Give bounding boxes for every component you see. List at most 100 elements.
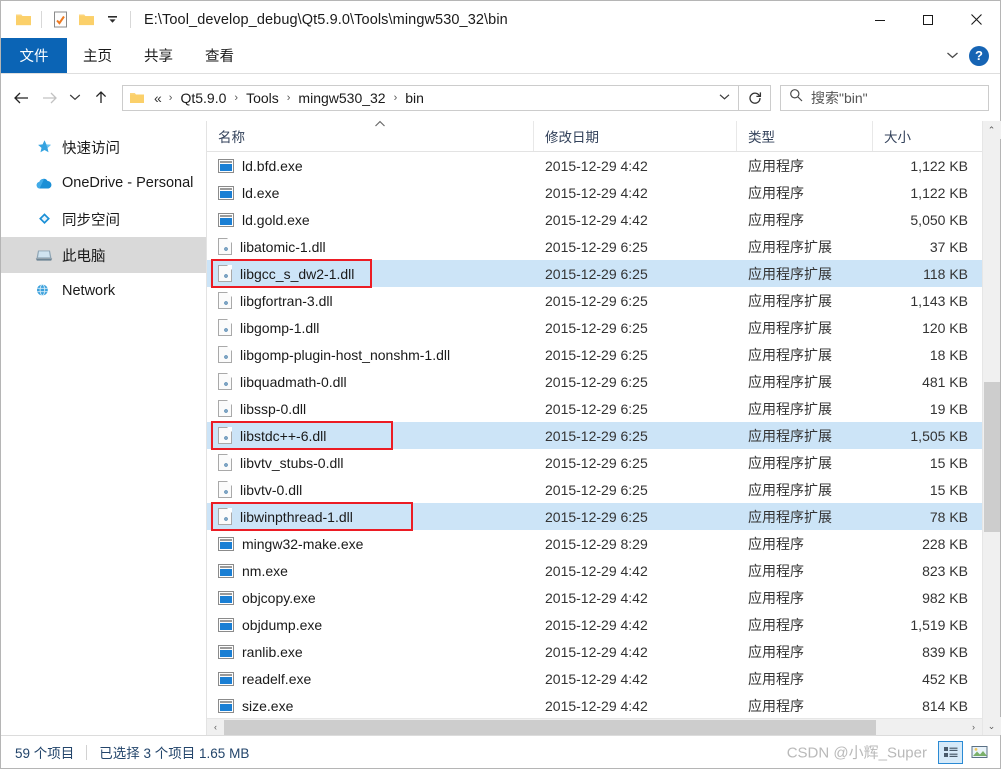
table-row[interactable]: libvtv_stubs-0.dll2015-12-29 6:25应用程序扩展1…: [207, 449, 982, 476]
search-icon: [789, 88, 803, 107]
maximize-button[interactable]: [904, 1, 952, 38]
file-date-cell: 2015-12-29 4:42: [534, 212, 737, 228]
table-row[interactable]: objcopy.exe2015-12-29 4:42应用程序982 KB: [207, 584, 982, 611]
table-row[interactable]: libstdc++-6.dll2015-12-29 6:25应用程序扩展1,50…: [207, 422, 982, 449]
sidebar-item-sync-space[interactable]: 同步空间: [1, 201, 206, 237]
table-row[interactable]: ld.bfd.exe2015-12-29 4:42应用程序1,122 KB: [207, 152, 982, 179]
table-row[interactable]: readelf.exe2015-12-29 4:42应用程序452 KB: [207, 665, 982, 692]
vscroll-thumb[interactable]: [984, 382, 1000, 532]
breadcrumb-sep-3[interactable]: ›: [389, 92, 403, 104]
column-header-date[interactable]: 修改日期: [534, 121, 737, 151]
table-row[interactable]: libgcc_s_dw2-1.dll2015-12-29 6:25应用程序扩展1…: [207, 260, 982, 287]
table-row[interactable]: ranlib.exe2015-12-29 4:42应用程序839 KB: [207, 638, 982, 665]
sidebar-item-onedrive[interactable]: OneDrive - Personal: [1, 165, 206, 201]
table-row[interactable]: nm.exe2015-12-29 4:42应用程序823 KB: [207, 557, 982, 584]
horizontal-scrollbar[interactable]: ‹ ›: [207, 718, 982, 735]
table-row[interactable]: ld.gold.exe2015-12-29 4:42应用程序5,050 KB: [207, 206, 982, 233]
breadcrumb-sep-2[interactable]: ›: [282, 92, 296, 104]
table-row[interactable]: libvtv-0.dll2015-12-29 6:25应用程序扩展15 KB: [207, 476, 982, 503]
sidebar-item-quick-access[interactable]: 快速访问: [1, 129, 206, 165]
table-row[interactable]: mingw32-make.exe2015-12-29 8:29应用程序228 K…: [207, 530, 982, 557]
properties-icon[interactable]: [47, 7, 73, 33]
vscroll-track[interactable]: [983, 139, 1001, 717]
tab-view[interactable]: 查看: [189, 38, 250, 73]
file-name-cell: objdump.exe: [207, 617, 534, 633]
file-size-cell: 15 KB: [873, 482, 982, 498]
forward-button[interactable]: [35, 83, 63, 113]
file-size-cell: 452 KB: [873, 671, 982, 687]
sidebar-item-this-pc[interactable]: 此电脑: [1, 237, 206, 273]
scroll-right-arrow-icon[interactable]: ›: [965, 719, 982, 736]
close-button[interactable]: [952, 1, 1000, 38]
file-date-cell: 2015-12-29 4:42: [534, 671, 737, 687]
table-row[interactable]: ld.exe2015-12-29 4:42应用程序1,122 KB: [207, 179, 982, 206]
window-controls: [856, 1, 1000, 38]
breadcrumb-dropdown-chevron-down-icon[interactable]: [719, 92, 732, 104]
file-type-cell: 应用程序扩展: [737, 426, 873, 446]
breadcrumb-item-qt[interactable]: Qt5.9.0: [177, 90, 229, 106]
sidebar-item-network[interactable]: Network: [1, 273, 206, 309]
tab-file[interactable]: 文件: [1, 38, 67, 73]
scroll-up-arrow-icon[interactable]: ⌃: [983, 121, 1001, 139]
scroll-left-arrow-icon[interactable]: ‹: [207, 719, 224, 736]
column-header-name[interactable]: 名称: [207, 121, 534, 151]
file-name-cell: libssp-0.dll: [207, 400, 534, 417]
dll-file-icon: [218, 292, 232, 309]
back-button[interactable]: [7, 83, 35, 113]
table-row[interactable]: libquadmath-0.dll2015-12-29 6:25应用程序扩展48…: [207, 368, 982, 395]
minimize-button[interactable]: [856, 1, 904, 38]
breadcrumb-item-bin[interactable]: bin: [402, 90, 427, 106]
executable-file-icon: [218, 618, 234, 632]
up-button[interactable]: [87, 83, 115, 113]
vertical-scrollbar[interactable]: ⌃ ⌄: [982, 121, 1000, 735]
customize-dropdown-icon[interactable]: [99, 7, 125, 33]
file-name-label: ld.gold.exe: [242, 212, 310, 228]
file-name-cell: mingw32-make.exe: [207, 536, 534, 552]
breadcrumb-item-tools[interactable]: Tools: [243, 90, 282, 106]
table-row[interactable]: libgomp-1.dll2015-12-29 6:25应用程序扩展120 KB: [207, 314, 982, 341]
file-name-cell: libgomp-plugin-host_nonshm-1.dll: [207, 346, 534, 363]
file-name-cell: libvtv_stubs-0.dll: [207, 454, 534, 471]
file-type-cell: 应用程序扩展: [737, 237, 873, 257]
scroll-down-arrow-icon[interactable]: ⌄: [983, 717, 1001, 735]
ribbon-tabs: 文件 主页 共享 查看 ?: [1, 38, 1000, 74]
table-row[interactable]: libssp-0.dll2015-12-29 6:25应用程序扩展19 KB: [207, 395, 982, 422]
column-header-type[interactable]: 类型: [737, 121, 873, 151]
hscroll-track[interactable]: [224, 719, 965, 736]
breadcrumb-overflow[interactable]: «: [151, 90, 164, 106]
help-icon[interactable]: ?: [969, 46, 989, 66]
large-icons-view-button[interactable]: [967, 741, 992, 764]
expand-ribbon-chevron-down-icon[interactable]: [946, 47, 959, 65]
file-date-cell: 2015-12-29 8:29: [534, 536, 737, 552]
file-type-cell: 应用程序扩展: [737, 372, 873, 392]
column-header-size[interactable]: 大小: [873, 121, 982, 151]
file-type-cell: 应用程序扩展: [737, 399, 873, 419]
table-row[interactable]: libatomic-1.dll2015-12-29 6:25应用程序扩展37 K…: [207, 233, 982, 260]
file-type-cell: 应用程序扩展: [737, 291, 873, 311]
table-row[interactable]: libwinpthread-1.dll2015-12-29 6:25应用程序扩展…: [207, 503, 982, 530]
file-type-cell: 应用程序: [737, 642, 873, 662]
breadcrumb-item-mingw[interactable]: mingw530_32: [295, 90, 388, 106]
table-row[interactable]: libgomp-plugin-host_nonshm-1.dll2015-12-…: [207, 341, 982, 368]
search-box[interactable]: 搜索"bin": [780, 85, 989, 111]
new-folder-icon[interactable]: [73, 7, 99, 33]
recent-locations-chevron-down-icon[interactable]: [63, 83, 87, 113]
tab-share[interactable]: 共享: [128, 38, 189, 73]
tab-home[interactable]: 主页: [67, 38, 128, 73]
table-row[interactable]: objdump.exe2015-12-29 4:42应用程序1,519 KB: [207, 611, 982, 638]
folder-icon[interactable]: [10, 7, 36, 33]
details-view-button[interactable]: [938, 741, 963, 764]
file-date-cell: 2015-12-29 6:25: [534, 401, 737, 417]
table-row[interactable]: libgfortran-3.dll2015-12-29 6:25应用程序扩展1,…: [207, 287, 982, 314]
breadcrumb[interactable]: « › Qt5.9.0 › Tools › mingw530_32 › bin: [122, 85, 739, 111]
file-size-cell: 982 KB: [873, 590, 982, 606]
file-date-cell: 2015-12-29 6:25: [534, 482, 737, 498]
hscroll-thumb[interactable]: [224, 720, 876, 735]
refresh-button[interactable]: [739, 85, 771, 111]
breadcrumb-sep-1[interactable]: ›: [229, 92, 243, 104]
file-date-cell: 2015-12-29 4:42: [534, 644, 737, 660]
file-name-label: nm.exe: [242, 563, 288, 579]
dll-file-icon: [218, 481, 232, 498]
table-row[interactable]: size.exe2015-12-29 4:42应用程序814 KB: [207, 692, 982, 718]
column-headers: 名称 修改日期 类型 大小: [207, 121, 982, 152]
